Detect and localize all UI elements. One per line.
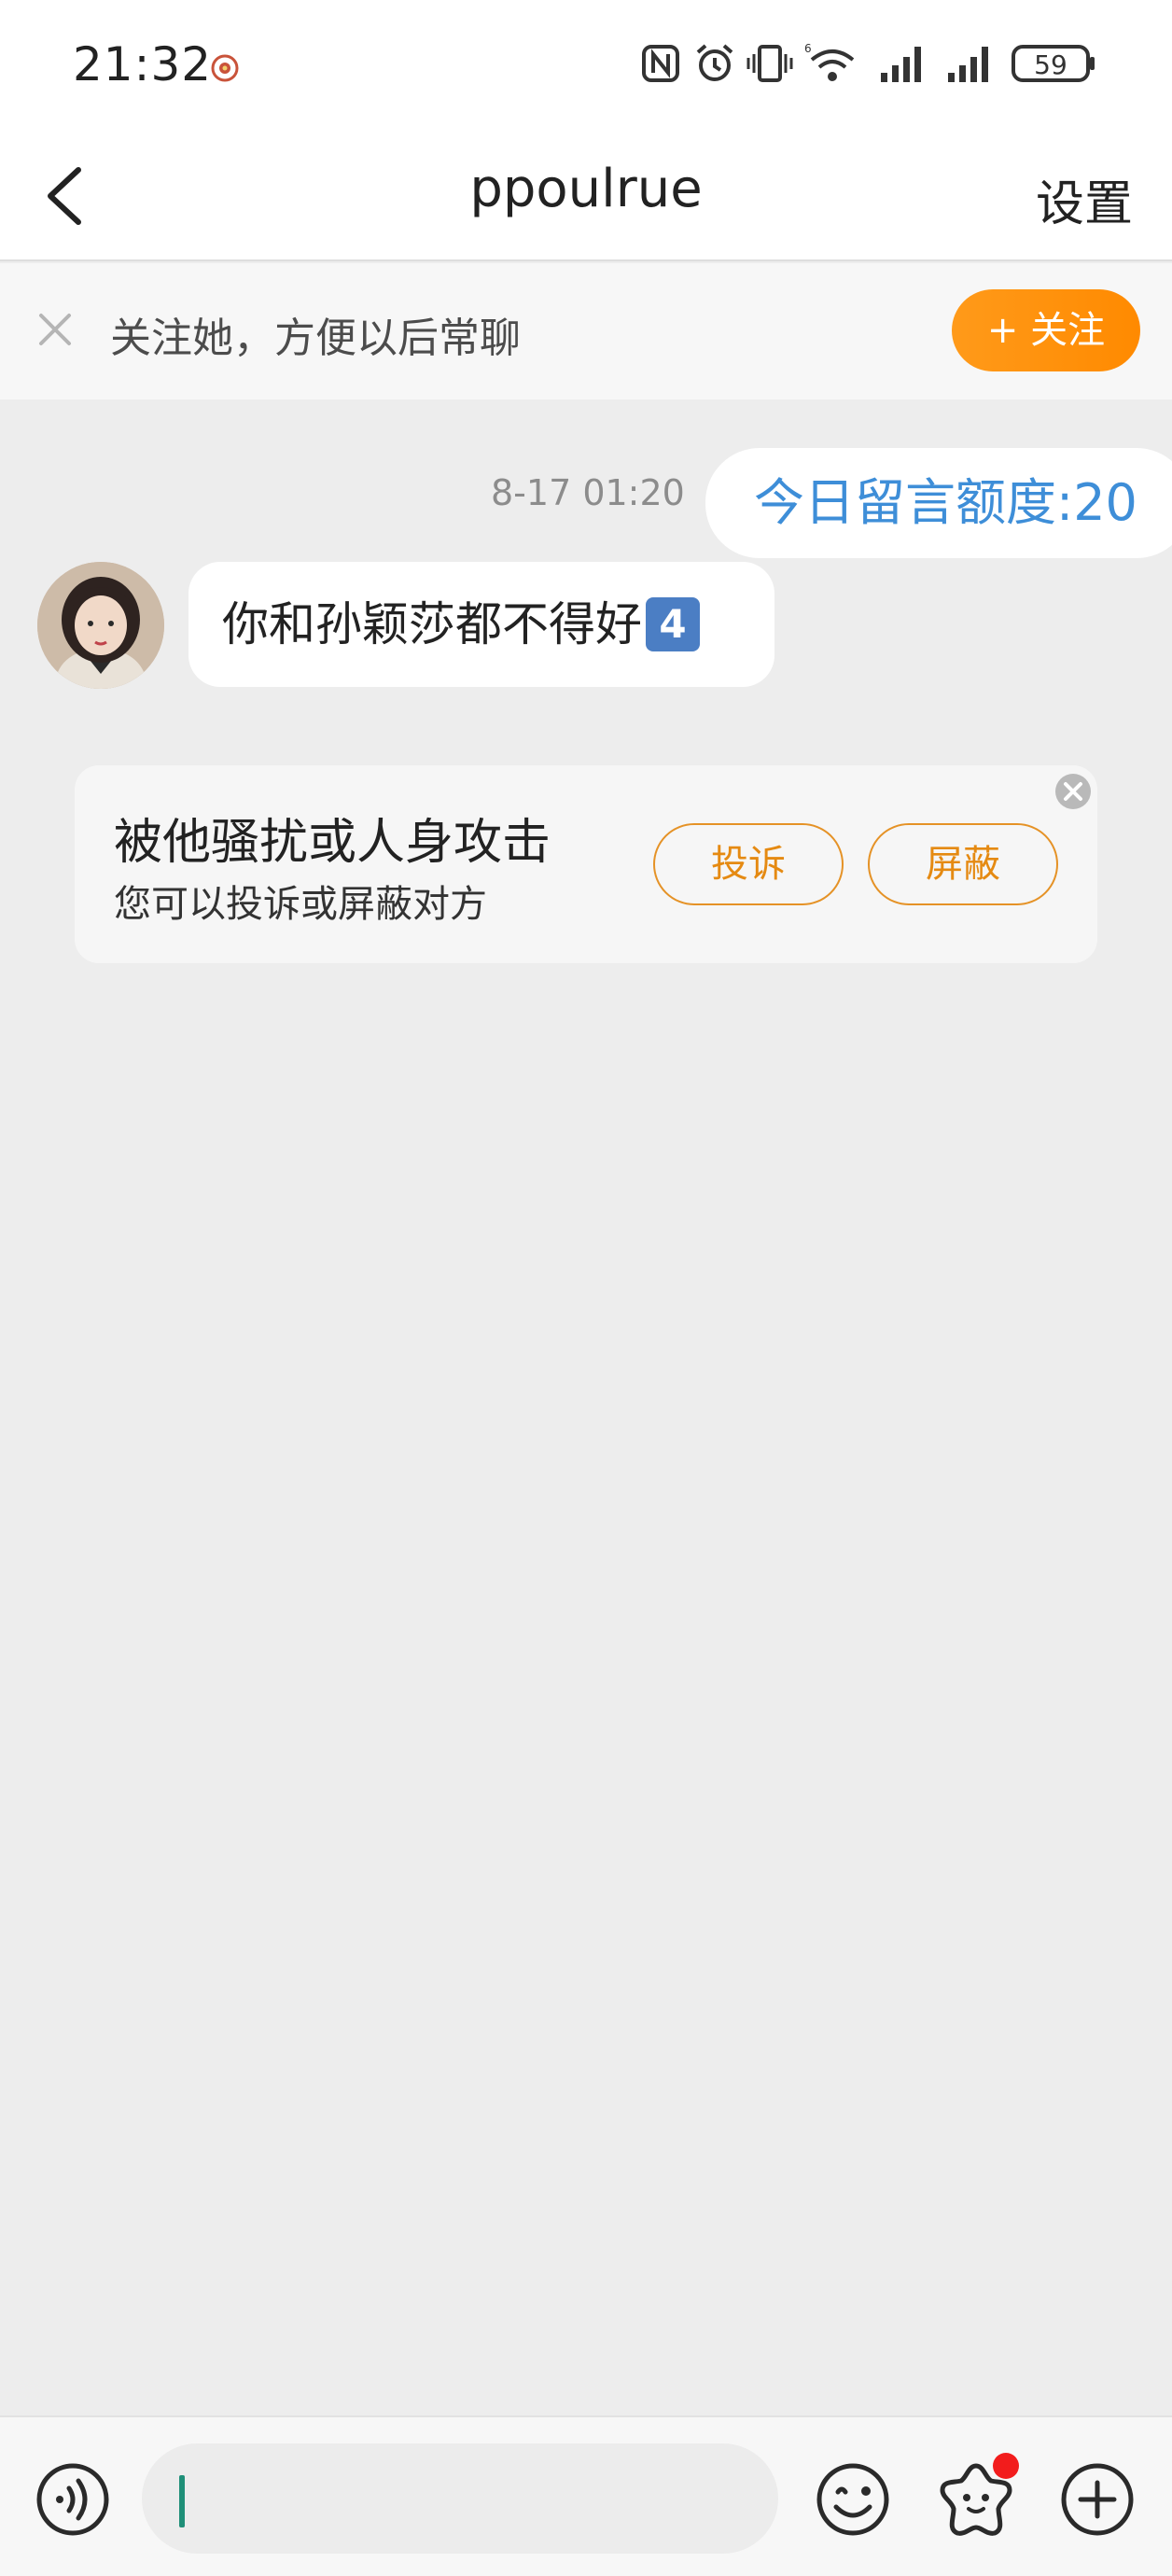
svg-text:6: 6 <box>804 42 812 55</box>
battery-level: 59 <box>1034 49 1067 80</box>
nfc-icon <box>642 45 679 82</box>
alarm-icon <box>696 44 733 81</box>
status-bar: 21:32 6 59 <box>0 0 1172 131</box>
notification-dot <box>993 2453 1019 2479</box>
page-title: ppoulrue <box>469 159 703 219</box>
nav-bar: ppoulrue 设置 <box>0 131 1172 261</box>
follow-prompt-text: 关注她，方便以后常聊 <box>110 315 521 362</box>
app-notification-icon <box>209 52 241 88</box>
voice-icon[interactable] <box>34 2460 112 2539</box>
vibrate-icon <box>746 45 793 82</box>
quota-bubble: 今日留言额度:20 <box>705 448 1172 558</box>
received-message-text: 你和孙颖莎都不得好 <box>222 597 642 651</box>
received-message[interactable]: 你和孙颖莎都不得好 4 <box>188 562 774 687</box>
signal-icon <box>881 47 921 82</box>
battery-icon: 59 <box>1012 45 1095 82</box>
plus-icon[interactable] <box>1058 2460 1137 2539</box>
notice-subtitle: 您可以投诉或屏蔽对方 <box>114 883 487 926</box>
signal-icon-2 <box>948 47 988 82</box>
message-timestamp: 8-17 01:20 <box>491 472 685 513</box>
notice-title: 被他骚扰或人身攻击 <box>114 815 551 871</box>
status-icons: 6 59 <box>640 41 1097 93</box>
follow-banner: 关注她，方便以后常聊 + 关注 <box>0 263 1172 399</box>
close-icon[interactable] <box>35 310 75 349</box>
wifi-icon: 6 <box>804 42 855 81</box>
harassment-notice: 被他骚扰或人身攻击 您可以投诉或屏蔽对方 投诉 屏蔽 <box>75 765 1097 963</box>
follow-button[interactable]: + 关注 <box>952 289 1140 371</box>
message-input[interactable] <box>142 2443 778 2554</box>
block-button[interactable]: 屏蔽 <box>868 823 1058 905</box>
status-time: 21:32 <box>73 37 213 91</box>
input-bar <box>0 2415 1172 2576</box>
close-icon[interactable] <box>1053 771 1094 812</box>
text-cursor <box>179 2475 185 2527</box>
keycap-emoji: 4 <box>646 596 700 651</box>
avatar[interactable] <box>37 562 164 689</box>
report-button[interactable]: 投诉 <box>653 823 844 905</box>
emoji-icon[interactable] <box>814 2460 892 2539</box>
settings-button[interactable]: 设置 <box>1036 164 1133 234</box>
